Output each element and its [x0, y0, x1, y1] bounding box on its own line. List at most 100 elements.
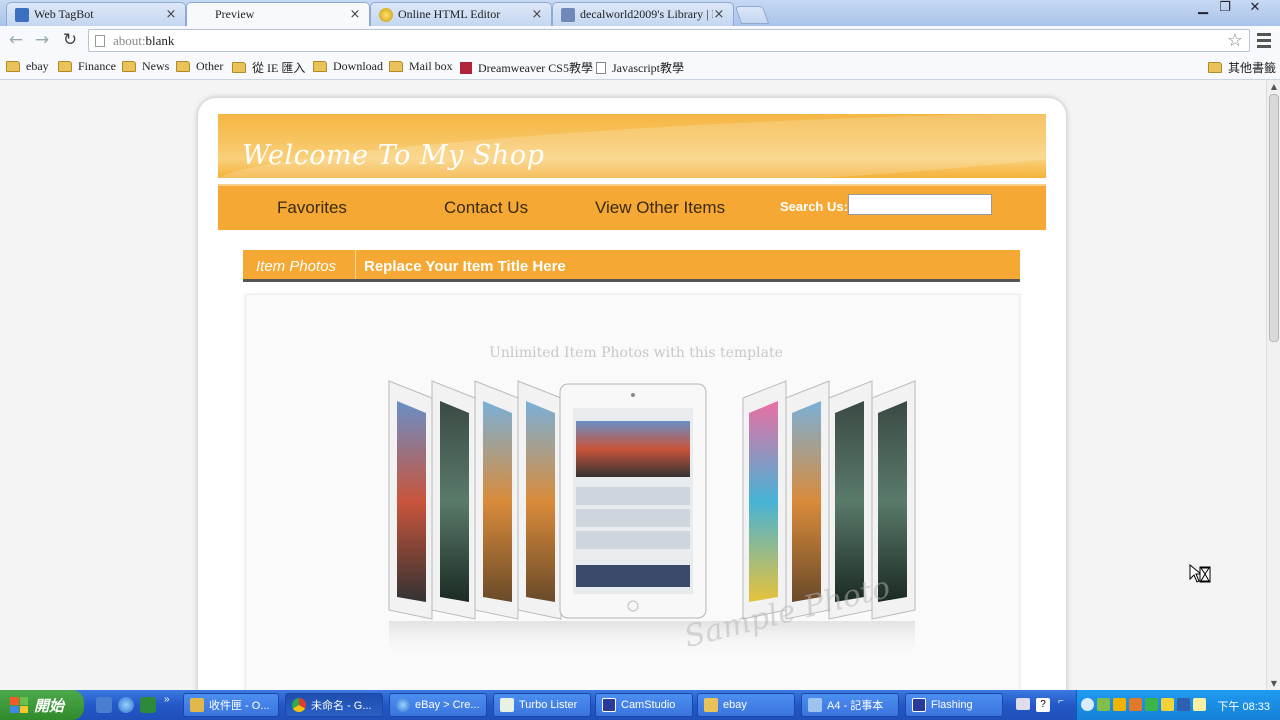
item-title-bar: Item Photos Replace Your Item Title Here — [243, 250, 1020, 282]
back-icon[interactable]: ← — [5, 29, 27, 51]
keyboard-icon[interactable] — [1016, 698, 1030, 710]
search-input[interactable] — [848, 194, 992, 215]
bookmark-ie-import[interactable]: 從 IE 匯入 — [232, 59, 305, 76]
tablet-right-2 — [785, 380, 830, 620]
tab-preview[interactable]: Preview × — [186, 2, 370, 26]
security-shield-icon[interactable] — [1113, 698, 1126, 711]
start-button[interactable]: 開始 — [0, 690, 84, 720]
bookmark-ebay[interactable]: ebay — [6, 59, 49, 74]
folder-icon — [176, 61, 190, 72]
star-icon[interactable]: ☆ — [1227, 30, 1243, 51]
sample-product-photo — [388, 380, 916, 661]
folder-icon — [313, 61, 327, 72]
notepad-icon — [808, 698, 822, 712]
checkmark-icon[interactable] — [1145, 698, 1158, 711]
tagbot-icon — [15, 7, 29, 22]
tab-label: decalworld2009's Library | Pl — [580, 7, 713, 21]
dreamweaver-icon — [460, 61, 472, 74]
shop-banner: Welcome To My Shop — [218, 114, 1046, 178]
bookmark-download[interactable]: Download — [313, 59, 383, 74]
tray-app-icon-2[interactable] — [1161, 698, 1174, 711]
task-ebay-ie[interactable]: eBay > Cre... — [389, 693, 487, 717]
bookmark-dreamweaver[interactable]: Dreamweaver CS5教學 — [460, 59, 593, 76]
task-label: Flashing — [931, 699, 973, 711]
tab-strip: Web TagBot × Preview × Online HTML Edito… — [0, 0, 1280, 26]
page-icon — [596, 61, 606, 74]
close-icon[interactable]: × — [349, 7, 361, 22]
bookmark-javascript[interactable]: Javascript教學 — [596, 59, 684, 76]
tab-label: Online HTML Editor — [398, 7, 501, 21]
task-label: CamStudio — [621, 699, 676, 711]
busy-cursor-icon — [1189, 564, 1211, 583]
language-bar-icon[interactable]: ⌐ — [1058, 696, 1064, 707]
excel-quicklaunch-icon[interactable] — [140, 697, 156, 713]
task-ebay-folder[interactable]: ebay — [697, 693, 795, 717]
task-chrome[interactable]: 未命名 - G... — [285, 693, 383, 717]
tab-label: Web TagBot — [34, 7, 94, 21]
bookmark-other[interactable]: Other — [176, 59, 223, 74]
forward-icon[interactable]: → — [31, 29, 53, 51]
bookmark-news[interactable]: News — [122, 59, 169, 74]
ie-icon — [396, 698, 410, 712]
bookmark-label: 從 IE 匯入 — [252, 61, 306, 75]
item-photo-area: Unlimited Item Photos with this template — [245, 294, 1020, 690]
nav-view-other-items[interactable]: View Other Items — [595, 198, 725, 218]
tab-online-html-editor[interactable]: Online HTML Editor × — [370, 2, 552, 26]
flashing-icon — [912, 698, 926, 712]
task-flashing[interactable]: Flashing — [905, 693, 1003, 717]
ie-quicklaunch-icon[interactable] — [118, 697, 134, 713]
tab-web-tagbot[interactable]: Web TagBot × — [6, 2, 186, 26]
scrollbar-thumb[interactable] — [1269, 94, 1279, 342]
task-camstudio[interactable]: CamStudio — [595, 693, 693, 717]
show-desktop-icon[interactable] — [96, 697, 112, 713]
url-scheme: about: — [113, 32, 146, 48]
tab-decalworld-library[interactable]: decalworld2009's Library | Pl × — [552, 2, 734, 26]
shop-nav: Favorites Contact Us View Other Items Se… — [218, 184, 1046, 230]
bookmark-label: Javascript教學 — [612, 61, 684, 75]
nav-favorites[interactable]: Favorites — [277, 198, 347, 218]
task-notepad[interactable]: A4 - 記事本 — [801, 693, 899, 717]
tray-app-icon-3[interactable] — [1177, 698, 1190, 711]
item-title: Replace Your Item Title Here — [364, 258, 566, 275]
task-turbo-lister[interactable]: Turbo Lister — [493, 693, 591, 717]
task-outlook[interactable]: 收件匣 - O... — [183, 693, 279, 717]
reload-icon[interactable]: ↻ — [59, 29, 81, 51]
restore-icon[interactable]: ❐ — [1212, 0, 1238, 18]
tray-app-icon[interactable] — [1129, 698, 1142, 711]
scroll-up-icon[interactable]: ▲ — [1267, 82, 1280, 91]
tray-expand-icon[interactable] — [1081, 698, 1094, 711]
chrome-icon — [292, 698, 306, 712]
address-bar[interactable]: about: blank ☆ — [88, 29, 1250, 52]
bookmark-label: News — [142, 59, 170, 73]
menu-icon[interactable] — [1255, 30, 1273, 50]
close-icon[interactable]: × — [531, 7, 543, 22]
folder-icon — [389, 61, 403, 72]
turbolister-icon — [500, 698, 514, 712]
tablet-left-4 — [517, 380, 562, 620]
folder-icon — [6, 61, 20, 72]
network-icon[interactable] — [1097, 698, 1110, 711]
shop-template-card: Welcome To My Shop Favorites Contact Us … — [198, 98, 1066, 690]
close-icon[interactable]: × — [165, 7, 177, 22]
quicklaunch-more-icon[interactable]: » — [164, 694, 170, 705]
camstudio-icon — [602, 698, 616, 712]
taskbar-clock[interactable]: 下午 08:33 — [1217, 698, 1270, 714]
bookmark-label: Other — [196, 59, 224, 73]
scroll-down-icon[interactable]: ▼ — [1267, 679, 1280, 688]
item-photos-label: Item Photos — [256, 258, 337, 275]
task-label: eBay > Cre... — [415, 699, 480, 711]
task-label: 收件匣 - O... — [209, 700, 270, 712]
windows-flag-icon — [10, 697, 28, 713]
close-window-icon[interactable]: ✕ — [1242, 0, 1268, 18]
bookmark-finance[interactable]: Finance — [58, 59, 116, 74]
nav-contact-us[interactable]: Contact Us — [444, 198, 528, 218]
start-label: 開始 — [34, 697, 65, 715]
bookmark-other-bookmarks[interactable]: 其他書籤 — [1208, 59, 1276, 76]
shop-title: Welcome To My Shop — [242, 140, 545, 171]
help-icon[interactable]: ? — [1036, 698, 1050, 712]
new-tab-button[interactable] — [734, 6, 770, 24]
volume-icon[interactable] — [1193, 698, 1206, 711]
bookmark-mail-box[interactable]: Mail box — [389, 59, 453, 74]
vertical-scrollbar[interactable]: ▲ ▼ — [1266, 80, 1280, 690]
close-icon[interactable]: × — [713, 7, 725, 22]
